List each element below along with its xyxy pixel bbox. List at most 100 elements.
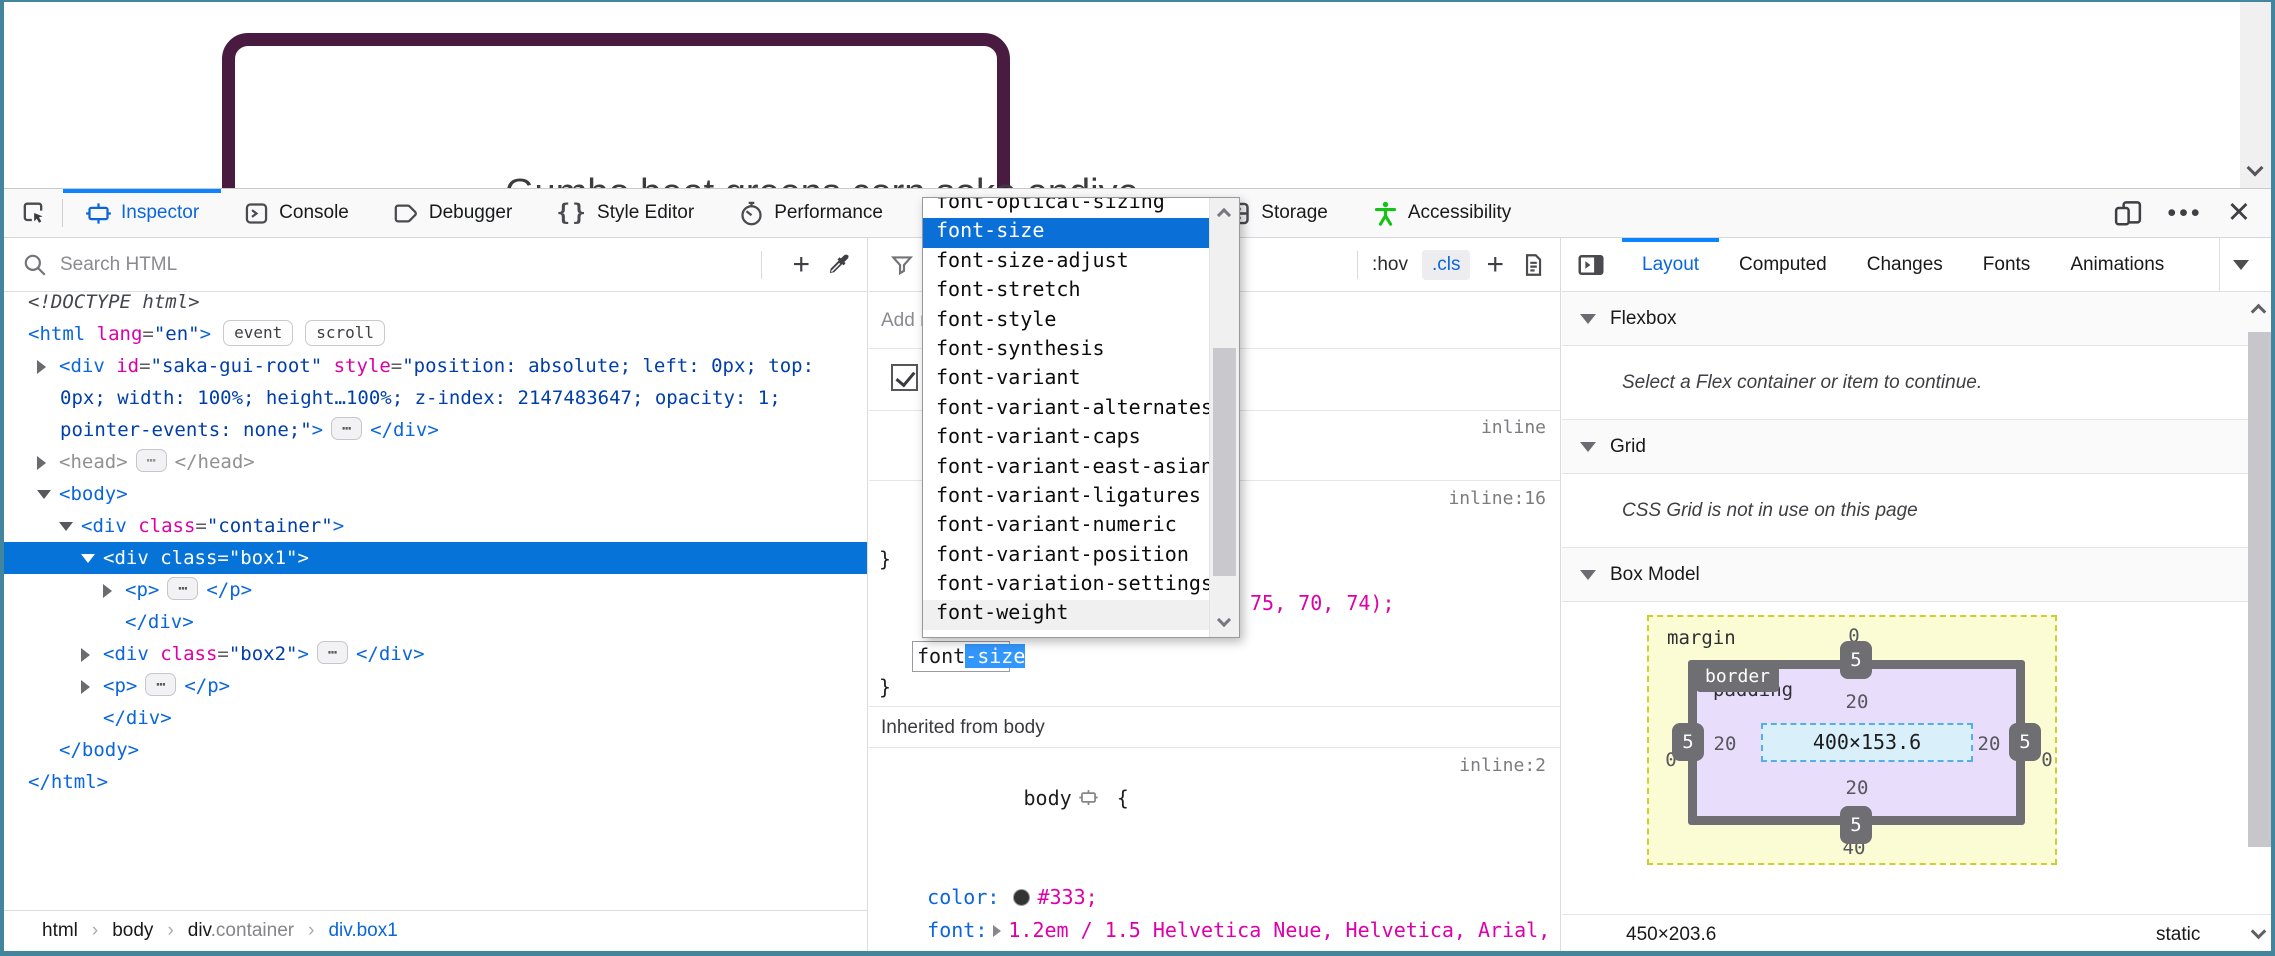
property-name[interactable]: color: <box>927 885 999 909</box>
box-model-content[interactable]: 400×153.6 <box>1761 723 1973 762</box>
markup-row[interactable]: </div> <box>4 606 867 638</box>
expand-icon[interactable] <box>37 456 46 470</box>
class-checkbox[interactable] <box>891 364 918 391</box>
autocomplete-item[interactable]: font-variation-settings <box>923 571 1209 600</box>
markup-row-selected[interactable]: <div class="box1"> <box>4 542 867 574</box>
section-box-model[interactable]: Box Model <box>1562 548 2271 602</box>
autocomplete-item[interactable]: font-style <box>923 307 1209 336</box>
rule-source-link[interactable]: inline:16 <box>1448 482 1546 515</box>
inline-expander[interactable]: ⋯ <box>167 577 198 600</box>
border-top-value[interactable]: 5 <box>1840 641 1872 679</box>
add-rule-button[interactable]: + <box>1486 248 1504 282</box>
node-badge[interactable]: event <box>223 320 293 346</box>
pane-toggle-icon[interactable] <box>1576 250 1606 280</box>
add-node-button[interactable]: + <box>792 248 810 282</box>
scrollbar-thumb[interactable] <box>1213 348 1236 576</box>
tab-performance[interactable]: Performance <box>716 189 905 237</box>
padding-left-value[interactable]: 20 <box>1711 733 1739 755</box>
sidebar-scrollbar-thumb[interactable] <box>2248 332 2271 847</box>
expand-icon[interactable] <box>103 584 112 598</box>
pseudo-class-toggle[interactable]: :hov <box>1372 254 1408 276</box>
more-options-icon[interactable]: ••• <box>2167 201 2202 226</box>
markup-row[interactable]: pointer-events: none;">⋯</div> <box>4 414 867 446</box>
property-value[interactable]: 1.2em / 1.5 Helvetica Neue, Helvetica, A… <box>1008 918 1550 942</box>
autocomplete-item[interactable]: font-size <box>923 218 1209 247</box>
close-devtools-icon[interactable]: ✕ <box>2227 199 2251 228</box>
breadcrumb-html[interactable]: html <box>42 920 78 942</box>
padding-right-value[interactable]: 20 <box>1975 733 2003 755</box>
markup-row[interactable]: </html> <box>4 766 867 798</box>
markup-row[interactable]: <!DOCTYPE html> <box>4 292 867 318</box>
autocomplete-item[interactable]: font-stretch <box>923 277 1209 306</box>
markup-row[interactable]: <div id="saka-gui-root" style="position:… <box>4 350 867 382</box>
section-grid[interactable]: Grid <box>1562 420 2271 474</box>
expand-icon[interactable] <box>81 680 90 694</box>
box-model-margin[interactable]: margin 0 0 0 40 border 5 5 5 5 paddi <box>1647 615 2057 865</box>
tab-inspector[interactable]: Inspector <box>63 189 221 237</box>
breadcrumb-div-container[interactable]: div.container <box>188 920 294 942</box>
markup-row[interactable]: <div class="container"> <box>4 510 867 542</box>
sidebar-scroll-up[interactable] <box>2253 304 2264 322</box>
section-flexbox[interactable]: Flexbox <box>1562 292 2271 346</box>
autocomplete-item[interactable]: font-variant-alternates <box>923 395 1209 424</box>
markup-row[interactable]: <head>⋯</head> <box>4 446 867 478</box>
expand-icon[interactable] <box>81 648 90 662</box>
scroll-down-icon[interactable] <box>1217 613 1231 627</box>
all-tabs-menu-button[interactable] <box>2219 238 2261 291</box>
tab-computed[interactable]: Computed <box>1719 238 1847 291</box>
sidebar-scroll-down[interactable] <box>2253 924 2264 942</box>
expand-icon[interactable] <box>993 925 1001 937</box>
markup-row[interactable]: <body> <box>4 478 867 510</box>
markup-row[interactable]: 0px; width: 100%; height…100%; z-index: … <box>4 382 867 414</box>
autocomplete-item[interactable]: font-synthesis <box>923 336 1209 365</box>
inline-expander[interactable]: ⋯ <box>136 449 167 472</box>
responsive-mode-icon[interactable] <box>2113 198 2143 228</box>
breadcrumb-div-box1[interactable]: div.box1 <box>328 920 397 942</box>
rule-source-link[interactable]: inline:2 <box>1459 749 1546 782</box>
class-toggle-button[interactable]: .cls <box>1422 250 1471 280</box>
breadcrumb-body[interactable]: body <box>112 920 153 942</box>
scroll-down-icon[interactable] <box>2247 160 2264 177</box>
inline-expander[interactable]: ⋯ <box>145 673 176 696</box>
autocomplete-item[interactable]: font-variant-position <box>923 542 1209 571</box>
markup-row[interactable]: <p>⋯</p> <box>4 574 867 606</box>
tab-accessibility[interactable]: Accessibility <box>1350 189 1533 237</box>
box-model-border[interactable]: border 5 5 5 5 padding 20 20 20 20 <box>1688 660 2025 825</box>
markup-row[interactable]: <div class="box2">⋯</div> <box>4 638 867 670</box>
rule-source-link[interactable]: inline <box>1481 411 1546 444</box>
eyedropper-icon[interactable] <box>826 251 853 278</box>
property-name-editor[interactable]: font-size <box>912 641 1010 672</box>
border-bottom-value[interactable]: 5 <box>1840 806 1872 844</box>
page-scrollbar[interactable] <box>2240 2 2271 188</box>
tab-changes[interactable]: Changes <box>1847 238 1963 291</box>
tab-fonts[interactable]: Fonts <box>1963 238 2051 291</box>
autocomplete-item[interactable]: font-optical-sizing <box>923 197 1209 218</box>
border-left-value[interactable]: 5 <box>1672 723 1704 761</box>
autocomplete-item[interactable]: font-variant-ligatures <box>923 483 1209 512</box>
print-media-icon[interactable] <box>1520 252 1546 278</box>
inline-expander[interactable]: ⋯ <box>317 641 348 664</box>
padding-top-value[interactable]: 20 <box>1843 691 1871 713</box>
color-swatch[interactable] <box>1013 889 1030 906</box>
node-picker-button[interactable] <box>4 189 62 237</box>
tab-debugger[interactable]: Debugger <box>371 189 534 237</box>
property-name[interactable]: font: <box>927 918 987 942</box>
autocomplete-item[interactable]: font-variant-east-asian <box>923 454 1209 483</box>
scroll-up-icon[interactable] <box>1217 208 1231 222</box>
autocomplete-item[interactable]: font-weight <box>923 600 1209 629</box>
tab-layout[interactable]: Layout <box>1622 238 1719 291</box>
search-input[interactable]: Search HTML <box>60 254 177 276</box>
autocomplete-item[interactable]: font-size-adjust <box>923 248 1209 277</box>
markup-row[interactable]: </body> <box>4 734 867 766</box>
markup-row[interactable]: </div> <box>4 702 867 734</box>
expand-icon[interactable] <box>37 360 46 374</box>
markup-row[interactable]: <html lang="en">eventscroll <box>4 318 867 350</box>
tab-style-editor[interactable]: {} Style Editor <box>534 189 716 237</box>
autocomplete-item[interactable]: font-variant-numeric <box>923 512 1209 541</box>
border-right-value[interactable]: 5 <box>2009 723 2041 761</box>
node-badge[interactable]: scroll <box>305 320 385 346</box>
autocomplete-item[interactable]: font-variant-caps <box>923 424 1209 453</box>
tab-console[interactable]: Console <box>221 189 371 237</box>
inline-expander[interactable]: ⋯ <box>331 417 362 440</box>
tab-animations[interactable]: Animations <box>2050 238 2184 291</box>
